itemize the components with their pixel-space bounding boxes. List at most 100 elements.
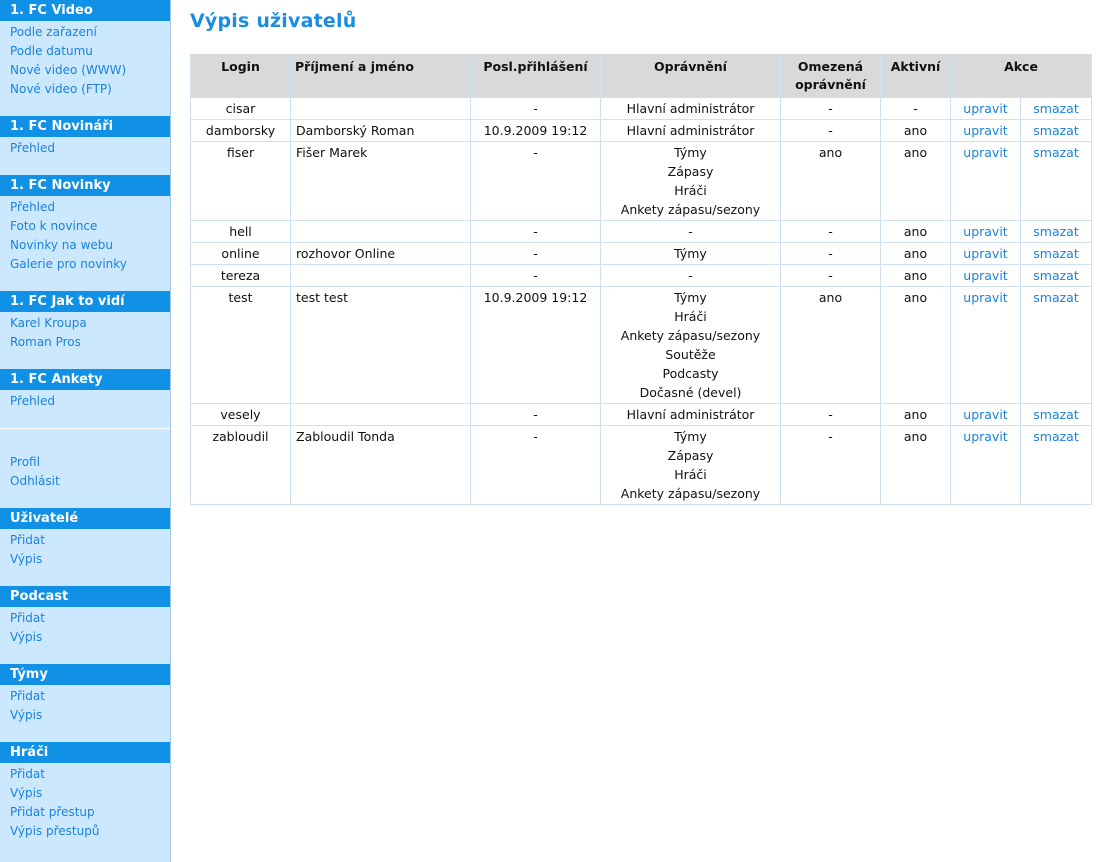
column-header-permissions: Oprávnění <box>600 54 781 98</box>
cell-permissions: Týmy <box>600 242 781 265</box>
permission-item: Týmy <box>674 429 707 444</box>
cell-name: Damborský Roman <box>290 119 471 142</box>
sidebar-section-title: Podcast <box>0 586 170 607</box>
column-header-restricted: Omezená oprávnění <box>780 54 881 98</box>
permission-item: Hráči <box>674 309 707 324</box>
sidebar-section-1-fc-novinari: 1. FC Novináři Přehled <box>0 116 170 175</box>
cell-active: ano <box>880 425 951 505</box>
cell-delete: smazat <box>1020 220 1092 243</box>
sidebar-item-nove-video-www[interactable]: Nové video (WWW) <box>0 61 170 80</box>
permission-item: Hlavní administrátor <box>626 407 755 422</box>
cell-permissions: Hlavní administrátor <box>600 119 781 142</box>
cell-permissions: Týmy Zápasy Hráči Ankety zápasu/sezony <box>600 425 781 505</box>
edit-link[interactable]: upravit <box>963 123 1007 138</box>
sidebar-item-odhlasit[interactable]: Odhlásit <box>0 472 170 491</box>
cell-edit: upravit <box>950 425 1021 505</box>
sidebar-item-galerie-pro-novinky[interactable]: Galerie pro novinky <box>0 255 170 274</box>
cell-permissions: Hlavní administrátor <box>600 97 781 120</box>
delete-link[interactable]: smazat <box>1033 224 1078 239</box>
edit-link[interactable]: upravit <box>963 407 1007 422</box>
sidebar-item-prehled[interactable]: Přehled <box>0 392 170 411</box>
delete-link[interactable]: smazat <box>1033 123 1078 138</box>
sidebar-item-pridat[interactable]: Přidat <box>0 765 170 784</box>
sidebar-item-podle-datumu[interactable]: Podle datumu <box>0 42 170 61</box>
sidebar-item-pridat[interactable]: Přidat <box>0 531 170 550</box>
delete-link[interactable]: smazat <box>1033 246 1078 261</box>
edit-link[interactable]: upravit <box>963 145 1007 160</box>
edit-link[interactable]: upravit <box>963 224 1007 239</box>
table-row: zabloudil Zabloudil Tonda - Týmy Zápasy Hráči… <box>190 425 1092 505</box>
permission-item: Týmy <box>674 290 707 305</box>
delete-link[interactable]: smazat <box>1033 407 1078 422</box>
delete-link[interactable]: smazat <box>1033 101 1078 116</box>
sidebar-section-1-fc-novinky: 1. FC Novinky Přehled Foto k novince Novink… <box>0 175 170 291</box>
delete-link[interactable]: smazat <box>1033 268 1078 283</box>
cell-active: ano <box>880 220 951 243</box>
cell-login: fiser <box>190 141 291 221</box>
sidebar-item-novinky-na-webu[interactable]: Novinky na webu <box>0 236 170 255</box>
sidebar-item-pridat-prestup[interactable]: Přidat přestup <box>0 803 170 822</box>
cell-active: ano <box>880 119 951 142</box>
sidebar-item-vypis[interactable]: Výpis <box>0 706 170 725</box>
cell-edit: upravit <box>950 403 1021 426</box>
table-row: hell - - - ano upravit smazat <box>190 220 1092 243</box>
table-row: fiser Fišer Marek - Týmy Zápasy Hráči Ankety z… <box>190 141 1092 221</box>
sidebar-item-podle-zarazeni[interactable]: Podle zařazení <box>0 23 170 42</box>
permission-item: Hráči <box>674 183 707 198</box>
sidebar-section-title: Týmy <box>0 664 170 685</box>
cell-active: ano <box>880 141 951 221</box>
sidebar-item-pridat[interactable]: Přidat <box>0 609 170 628</box>
sidebar-item-prehled[interactable]: Přehled <box>0 139 170 158</box>
table-row: test test test 10.9.2009 19:12 Týmy Hráči Ank… <box>190 286 1092 404</box>
sidebar-item-foto-k-novince[interactable]: Foto k novince <box>0 217 170 236</box>
cell-restricted: - <box>780 119 881 142</box>
sidebar-item-vypis[interactable]: Výpis <box>0 628 170 647</box>
table-row: cisar - Hlavní administrátor - - upravit smaza… <box>190 97 1092 120</box>
permission-item: Týmy <box>674 145 707 160</box>
column-header-actions: Akce <box>950 54 1092 98</box>
cell-restricted: - <box>780 425 881 505</box>
permission-item: Soutěže <box>665 347 716 362</box>
permission-item: - <box>688 268 693 283</box>
sidebar-item-vypis[interactable]: Výpis <box>0 550 170 569</box>
column-header-last-login: Posl.přihlášení <box>470 54 601 98</box>
cell-edit: upravit <box>950 264 1021 287</box>
edit-link[interactable]: upravit <box>963 246 1007 261</box>
cell-restricted: ano <box>780 286 881 404</box>
delete-link[interactable]: smazat <box>1033 429 1078 444</box>
sidebar-item-vypis-prestupu[interactable]: Výpis přestupů <box>0 822 170 841</box>
delete-link[interactable]: smazat <box>1033 145 1078 160</box>
cell-name: test test <box>290 286 471 404</box>
edit-link[interactable]: upravit <box>963 268 1007 283</box>
delete-link[interactable]: smazat <box>1033 290 1078 305</box>
cell-login: vesely <box>190 403 291 426</box>
cell-login: test <box>190 286 291 404</box>
cell-login: online <box>190 242 291 265</box>
edit-link[interactable]: upravit <box>963 101 1007 116</box>
cell-delete: smazat <box>1020 286 1092 404</box>
sidebar-item-karel-kroupa[interactable]: Karel Kroupa <box>0 314 170 333</box>
permission-item: Dočasné (devel) <box>639 385 742 400</box>
permission-item: Zápasy <box>667 448 714 463</box>
cell-delete: smazat <box>1020 141 1092 221</box>
cell-login: hell <box>190 220 291 243</box>
permission-item: Hlavní administrátor <box>626 101 755 116</box>
edit-link[interactable]: upravit <box>963 290 1007 305</box>
edit-link[interactable]: upravit <box>963 429 1007 444</box>
cell-delete: smazat <box>1020 97 1092 120</box>
cell-permissions: Hlavní administrátor <box>600 403 781 426</box>
sidebar-section-title: 1. FC Novinky <box>0 175 170 196</box>
cell-last-login: 10.9.2009 19:12 <box>470 286 601 404</box>
cell-permissions: Týmy Zápasy Hráči Ankety zápasu/sezony <box>600 141 781 221</box>
table-header-row: Login Příjmení a jméno Posl.přihlášení O… <box>190 54 1092 98</box>
cell-edit: upravit <box>950 97 1021 120</box>
sidebar-item-nove-video-ftp[interactable]: Nové video (FTP) <box>0 80 170 99</box>
sidebar-item-pridat[interactable]: Přidat <box>0 687 170 706</box>
cell-edit: upravit <box>950 220 1021 243</box>
sidebar-item-prehled[interactable]: Přehled <box>0 198 170 217</box>
sidebar-item-roman-pros[interactable]: Roman Pros <box>0 333 170 352</box>
permission-item: Hlavní administrátor <box>626 123 755 138</box>
sidebar-item-profil[interactable]: Profil <box>0 453 170 472</box>
sidebar-item-vypis[interactable]: Výpis <box>0 784 170 803</box>
cell-edit: upravit <box>950 119 1021 142</box>
